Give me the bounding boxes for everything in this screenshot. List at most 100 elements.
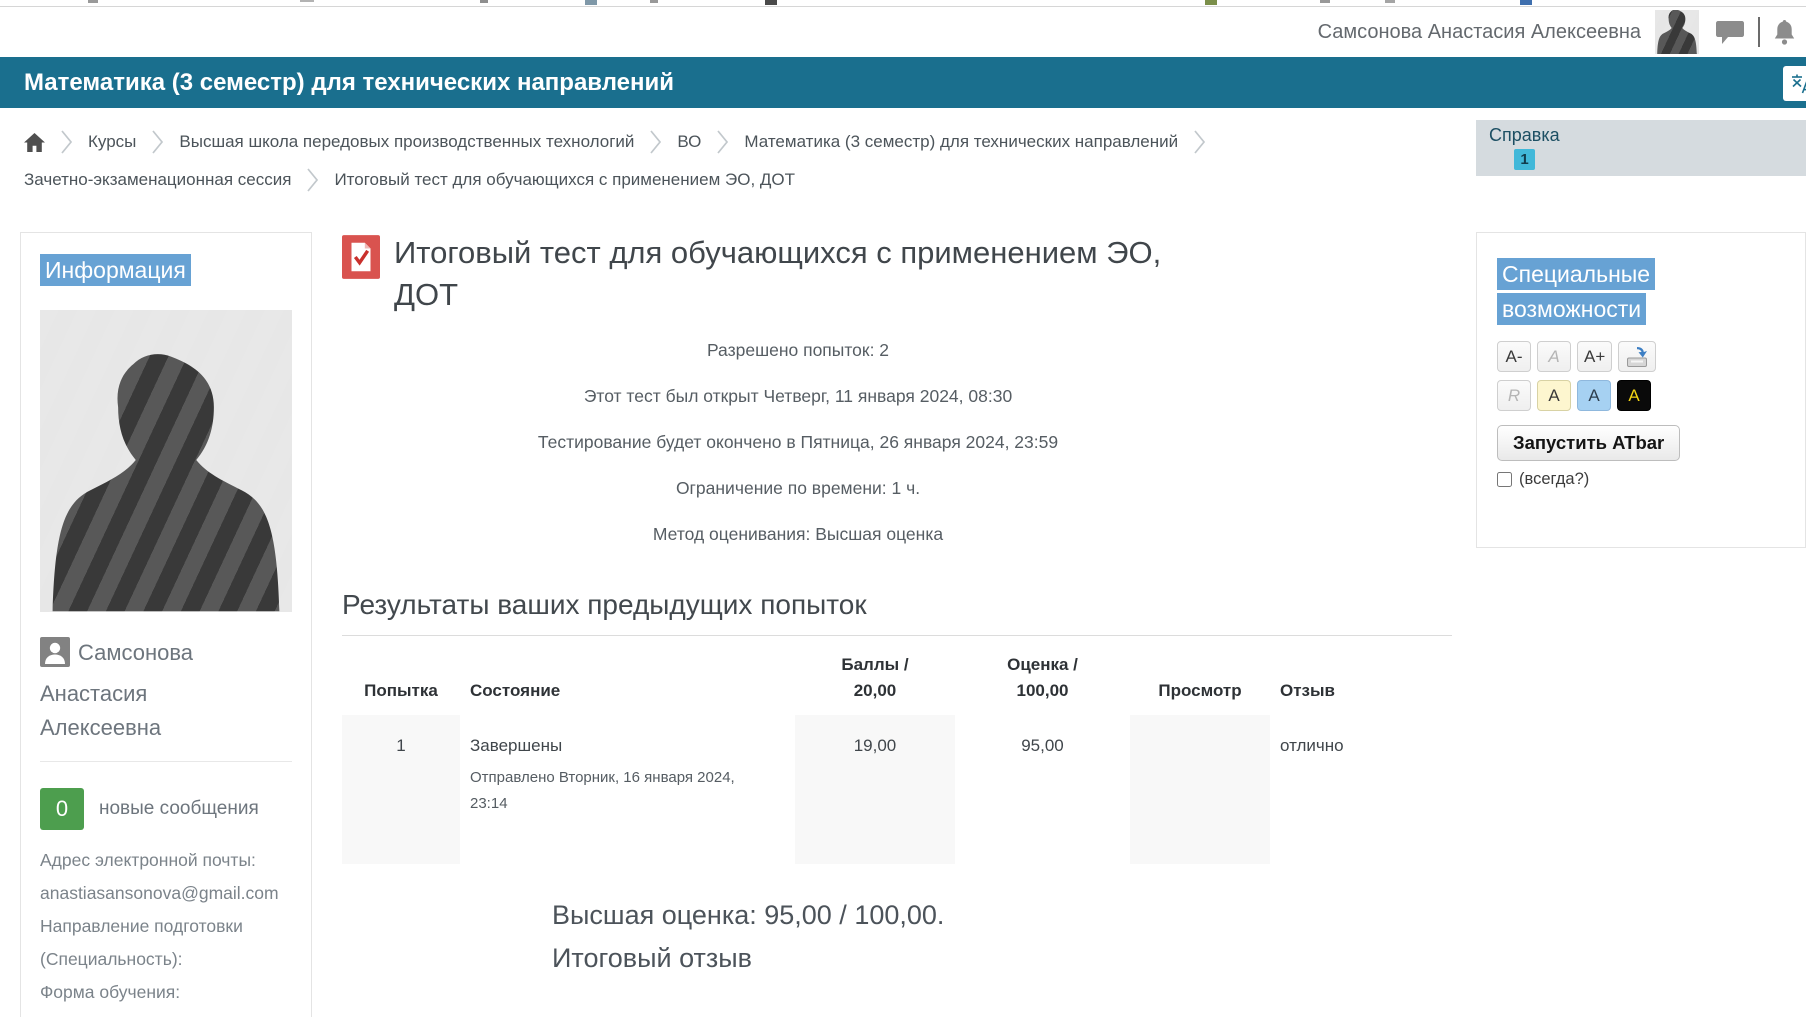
quiz-title: Итоговый тест для обучающихся с применен…	[394, 232, 1194, 315]
attempt-number: 1	[342, 715, 460, 864]
col-feedback: Отзыв	[1270, 640, 1446, 715]
profile-name-block: Самсонова Анастасия Алексеевна	[40, 636, 246, 745]
help-count-badge: 1	[1514, 149, 1535, 170]
breadcrumb-item-vo[interactable]: ВО	[677, 132, 701, 152]
results-heading: Результаты ваших предыдущих попыток	[342, 589, 1452, 636]
font-smaller-button[interactable]: A-	[1497, 341, 1531, 372]
page-content: Информация Самсонова Анастасия Алексеевн…	[0, 232, 1806, 1017]
breadcrumb-item-courses[interactable]: Курсы	[88, 132, 136, 152]
col-marks: Баллы / 20,00	[795, 640, 955, 715]
messages-icon[interactable]	[1715, 19, 1745, 46]
attempt-review	[1130, 715, 1270, 864]
help-panel[interactable]: Справка 1	[1476, 120, 1806, 176]
translate-icon[interactable]	[1783, 66, 1806, 101]
quiz-title-row: Итоговый тест для обучающихся с применен…	[342, 232, 1452, 315]
bookmark-fragment	[650, 0, 658, 3]
sidebar-divider	[40, 761, 292, 762]
messages-count-badge: 0	[40, 788, 84, 830]
col-grade: Оценка / 100,00	[955, 640, 1130, 715]
bookmark-favicon-fragment	[765, 0, 777, 5]
atbar-always-label: (всегда?)	[1519, 470, 1589, 489]
col-marks-line2: 20,00	[854, 681, 897, 700]
email-label: Адрес электронной почты:	[40, 850, 256, 870]
quiz-info-block: Разрешено попыток: 2 Этот тест был откры…	[342, 340, 1254, 545]
study-form-label: Форма обучения:	[40, 982, 180, 1002]
attempts-table: Попытка Состояние Баллы / 20,00 Оценка /…	[342, 640, 1446, 864]
quiz-attempts-allowed: Разрешено попыток: 2	[342, 340, 1254, 361]
information-sidebar: Информация Самсонова Анастасия Алексеевн…	[20, 232, 312, 1017]
font-size-buttons: A- A A+	[1497, 341, 1785, 372]
breadcrumb-item-current-quiz: Итоговый тест для обучающихся с применен…	[334, 170, 795, 190]
col-state: Состояние	[460, 640, 795, 715]
col-attempt: Попытка	[342, 640, 460, 715]
topbar-divider	[1758, 17, 1760, 47]
attempt-grade: 95,00	[955, 715, 1130, 864]
top-user-bar: Самсонова Анастасия Алексеевна	[0, 7, 1806, 57]
accessibility-title: Специальные возможности	[1497, 258, 1655, 325]
attempt-submitted-date: Отправлено Вторник, 16 января 2024, 23:1…	[470, 765, 755, 818]
course-title: Математика (3 семестр) для технических н…	[0, 69, 674, 97]
course-header-bar: Математика (3 семестр) для технических н…	[0, 57, 1806, 108]
col-review: Просмотр	[1130, 640, 1270, 715]
quiz-open-date: Этот тест был открыт Четверг, 11 января …	[342, 386, 1254, 407]
final-feedback-heading: Итоговый отзыв	[552, 943, 1452, 974]
messages-row[interactable]: 0 новые сообщения	[40, 788, 292, 830]
accessibility-sidebar: Специальные возможности A- A A+ R A A A …	[1476, 232, 1806, 548]
breadcrumb-area: Курсы Высшая школа передовых производств…	[0, 108, 1806, 204]
chevron-right-icon	[151, 128, 164, 156]
profile-photo	[40, 310, 292, 612]
help-label[interactable]: Справка	[1489, 125, 1806, 146]
high-contrast-scheme-button[interactable]: A	[1617, 380, 1651, 411]
launch-atbar-button[interactable]: Запустить ATbar	[1497, 425, 1680, 461]
notifications-bell-icon[interactable]	[1773, 19, 1796, 46]
quiz-grading-method: Метод оценивания: Высшая оценка	[342, 524, 1254, 545]
font-default-button[interactable]: A	[1537, 341, 1571, 372]
col-grade-line1: Оценка /	[1007, 655, 1078, 674]
final-grade: Высшая оценка: 95,00 / 100,00.	[552, 900, 1452, 931]
breadcrumb-item-course[interactable]: Математика (3 семестр) для технических н…	[744, 132, 1178, 152]
attempt-row: 1 Завершены Отправлено Вторник, 16 январ…	[342, 715, 1446, 864]
quiz-close-date: Тестирование будет окончено в Пятница, 2…	[342, 432, 1254, 453]
quiz-icon	[342, 235, 380, 315]
attempts-table-header-row: Попытка Состояние Баллы / 20,00 Оценка /…	[342, 640, 1446, 715]
avatar-silhouette-icon	[40, 334, 292, 611]
save-disk-icon	[1625, 346, 1649, 368]
attempt-state: Завершены	[470, 736, 785, 756]
bookmark-fragment	[1385, 0, 1395, 3]
atbar-always-row: (всегда?)	[1497, 470, 1785, 489]
user-fullname[interactable]: Самсонова Анастасия Алексеевна	[1318, 21, 1641, 44]
font-larger-button[interactable]: A+	[1577, 341, 1612, 372]
bookmark-fragment	[1320, 0, 1330, 3]
bookmark-fragment	[300, 0, 314, 2]
color-scheme-buttons: R A A A	[1497, 380, 1785, 411]
bookmark-favicon-fragment	[1205, 0, 1217, 5]
chevron-right-icon	[1193, 128, 1206, 156]
chevron-right-icon	[306, 166, 319, 194]
chevron-right-icon	[716, 128, 729, 156]
quiz-main: Итоговый тест для обучающихся с применен…	[342, 232, 1452, 986]
chevron-right-icon	[649, 128, 662, 156]
person-icon	[40, 637, 70, 677]
messages-label: новые сообщения	[99, 798, 259, 820]
email-value: anastiasansonova@gmail.com	[40, 883, 279, 903]
breadcrumb-item-school[interactable]: Высшая школа передовых производственных …	[179, 132, 634, 152]
bookmark-favicon-fragment	[585, 0, 597, 5]
quiz-time-limit: Ограничение по времени: 1 ч.	[342, 478, 1254, 499]
yellow-scheme-button[interactable]: A	[1537, 380, 1571, 411]
blue-scheme-button[interactable]: A	[1577, 380, 1611, 411]
bookmark-favicon-fragment	[1520, 0, 1532, 5]
user-avatar[interactable]	[1655, 10, 1699, 54]
breadcrumb-item-session[interactable]: Зачетно-экзаменационная сессия	[24, 170, 291, 190]
profile-details: Адрес электронной почты: anastiasansonov…	[40, 844, 292, 1009]
chevron-right-icon	[60, 128, 73, 156]
bookmark-fragment	[480, 0, 488, 3]
atbar-always-checkbox[interactable]	[1497, 472, 1512, 487]
sidebar-title: Информация	[40, 254, 191, 286]
save-settings-button[interactable]	[1618, 341, 1656, 372]
reset-scheme-button[interactable]: R	[1497, 380, 1531, 411]
breadcrumb: Курсы Высшая школа передовых производств…	[24, 128, 1444, 194]
attempt-marks: 19,00	[795, 715, 955, 864]
home-icon[interactable]	[24, 133, 45, 152]
avatar-silhouette-icon	[1655, 10, 1699, 54]
specialty-label: Направление подготовки (Специальность):	[40, 916, 243, 969]
